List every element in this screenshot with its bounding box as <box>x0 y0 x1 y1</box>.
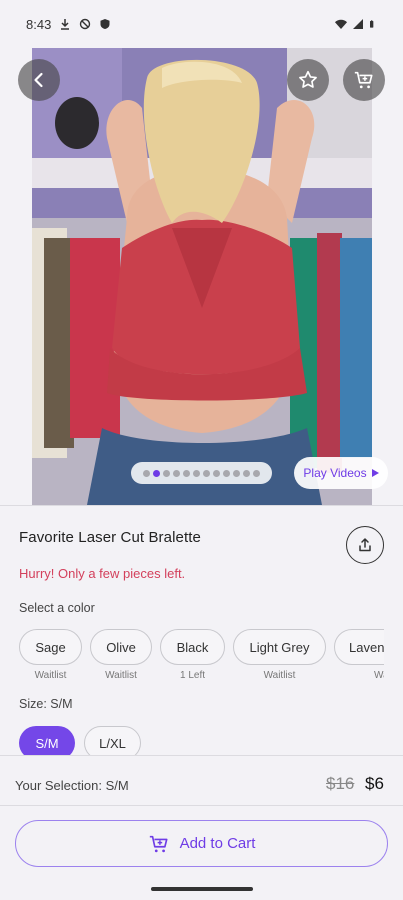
divider <box>0 805 403 806</box>
play-icon <box>371 469 379 477</box>
play-videos-label: Play Videos <box>303 466 367 480</box>
size-label: Size: S/M <box>19 697 73 711</box>
product-details: Favorite Laser Cut Bralette Hurry! Only … <box>0 505 403 760</box>
add-to-cart-label: Add to Cart <box>179 835 256 852</box>
cart-button[interactable] <box>343 59 385 101</box>
back-arrow-icon <box>34 72 43 88</box>
favorite-button[interactable] <box>287 59 329 101</box>
color-chip[interactable]: Sage <box>19 629 82 665</box>
signal-icon <box>353 19 363 29</box>
pager-dot[interactable] <box>143 469 150 477</box>
pager-dot[interactable] <box>193 469 200 477</box>
selection-summary: Your Selection: S/M <box>15 778 129 793</box>
stock-urgency-message: Hurry! Only a few pieces left. <box>19 566 186 581</box>
product-page: 8:43 Play Videos Favorite Laser Cut Bral… <box>0 0 403 900</box>
pager-dot[interactable] <box>213 469 220 477</box>
color-status: Waitlist <box>374 670 384 681</box>
back-button[interactable] <box>18 59 60 101</box>
product-title: Favorite Laser Cut Bralette <box>19 529 201 546</box>
shield-icon <box>100 19 110 29</box>
color-option[interactable]: Black 1 Left <box>160 629 225 681</box>
pager-dot[interactable] <box>183 469 190 477</box>
home-indicator[interactable] <box>151 887 253 891</box>
pager-dot[interactable] <box>223 469 230 477</box>
cart-plus-icon <box>149 835 168 852</box>
do-not-disturb-icon <box>80 18 91 30</box>
cart-icon <box>354 71 373 89</box>
color-status: Waitlist <box>105 670 137 681</box>
download-icon <box>61 19 70 30</box>
color-status: Waitlist <box>34 670 67 681</box>
play-videos-button[interactable]: Play Videos <box>294 457 388 489</box>
original-price: $16 <box>326 774 355 793</box>
pager-dot[interactable] <box>163 469 170 477</box>
pager-dot[interactable] <box>243 469 250 477</box>
battery-icon <box>370 20 374 28</box>
color-options: Sage Waitlist Olive Waitlist Black 1 Lef… <box>19 629 384 689</box>
color-chip[interactable]: Black <box>160 629 225 665</box>
sale-price: $6 <box>365 774 384 793</box>
image-pager[interactable] <box>131 462 272 484</box>
pager-dot[interactable] <box>233 469 240 477</box>
color-status: Waitlist <box>263 670 296 681</box>
status-bar: 8:43 <box>0 0 403 48</box>
color-option[interactable]: Olive Waitlist <box>90 629 152 681</box>
pager-dot[interactable] <box>203 469 210 477</box>
status-time: 8:43 <box>26 16 52 32</box>
product-image[interactable] <box>32 48 372 505</box>
color-option[interactable]: Lavender Waitlist <box>334 629 384 681</box>
color-chip[interactable]: Light Grey <box>233 629 326 665</box>
share-button[interactable] <box>346 526 384 564</box>
add-to-cart-button[interactable]: Add to Cart <box>15 820 388 867</box>
wifi-icon <box>335 19 347 29</box>
share-icon <box>359 538 371 552</box>
color-option[interactable]: Light Grey Waitlist <box>233 629 326 681</box>
color-chip[interactable]: Olive <box>90 629 152 665</box>
color-option[interactable]: Sage Waitlist <box>19 629 82 681</box>
pager-dot[interactable] <box>153 469 160 477</box>
star-icon <box>299 70 317 88</box>
pager-dot[interactable] <box>173 469 180 477</box>
color-status: 1 Left <box>179 670 206 681</box>
pager-dot[interactable] <box>253 469 260 477</box>
color-chip[interactable]: Lavender <box>334 629 384 665</box>
color-label: Select a color <box>19 601 95 615</box>
purchase-bar: Your Selection: S/M $16 $6 Add to Cart <box>0 755 403 900</box>
